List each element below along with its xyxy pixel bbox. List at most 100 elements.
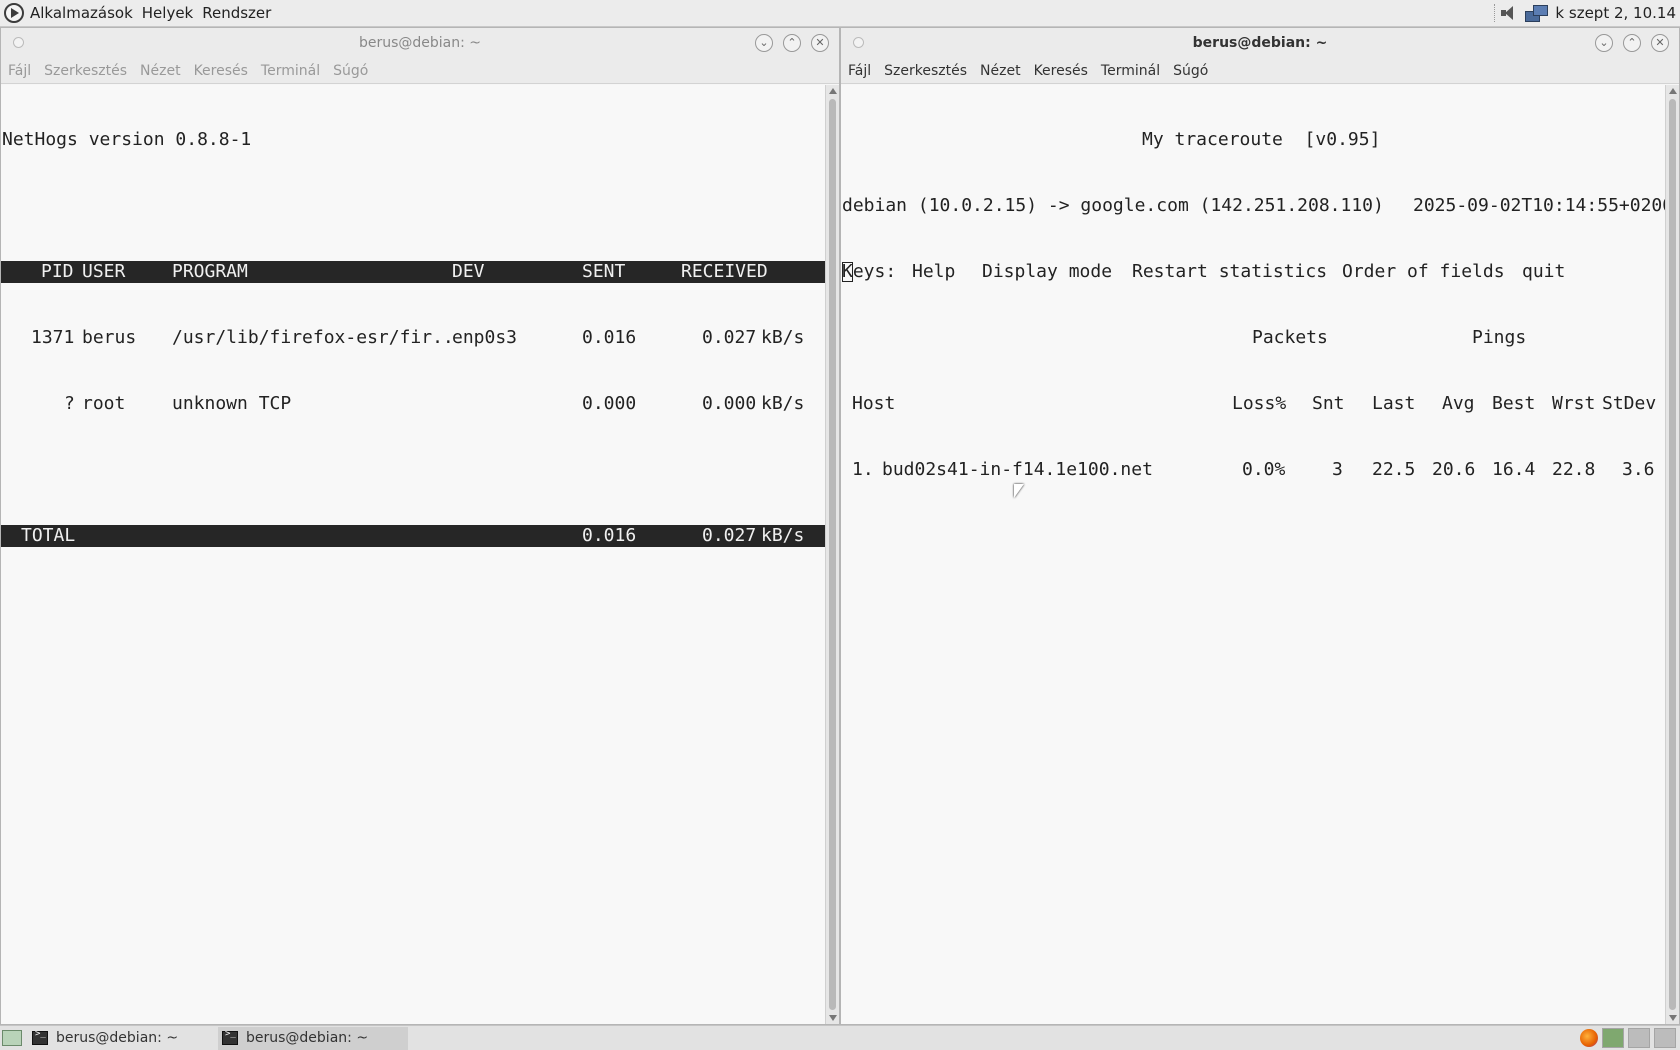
mtr-group-pings: Pings xyxy=(1472,327,1527,348)
terminal-menubar: Fájl Szerkesztés Nézet Keresés Terminál … xyxy=(841,58,1679,84)
minimize-button[interactable]: ⌄ xyxy=(1595,34,1613,52)
scrollbar-thumb[interactable] xyxy=(829,99,836,1010)
workspace-3-icon[interactable] xyxy=(1654,1028,1676,1048)
workspace-2-icon[interactable] xyxy=(1628,1028,1650,1048)
window-titlebar[interactable]: berus@debian: ~ ⌄ ⌃ ✕ xyxy=(1,28,839,58)
panel-menu-applications[interactable]: Alkalmazások xyxy=(30,4,133,22)
row-user: root xyxy=(82,393,126,414)
row-pid: 1371 xyxy=(31,327,75,348)
col-pid: PID xyxy=(41,261,74,282)
taskbar-item-terminal-1[interactable]: berus@debian: ~ xyxy=(28,1027,208,1050)
scrollbar-thumb[interactable] xyxy=(1669,99,1676,1010)
col-sent: SENT xyxy=(582,261,626,282)
menu-terminal[interactable]: Terminál xyxy=(261,63,320,79)
row-received: 0.027 xyxy=(702,327,757,348)
window-titlebar[interactable]: berus@debian: ~ ⌄ ⌃ ✕ xyxy=(841,28,1679,58)
maximize-button[interactable]: ⌃ xyxy=(783,34,801,52)
hop-stdev: 3.6 xyxy=(1622,459,1655,480)
mtr-key-help: Help xyxy=(912,261,956,282)
panel-menu-system[interactable]: Rendszer xyxy=(202,4,271,22)
col-avg: Avg xyxy=(1442,393,1475,414)
menu-view[interactable]: Nézet xyxy=(140,63,181,79)
col-received: RECEIVED xyxy=(681,261,768,282)
mtr-keys-label: Keys: xyxy=(842,261,897,282)
window-menu-icon[interactable] xyxy=(853,37,864,48)
hop-avg: 20.6 xyxy=(1432,459,1476,480)
terminal-window-mtr[interactable]: berus@debian: ~ ⌄ ⌃ ✕ Fájl Szerkesztés N… xyxy=(840,27,1680,1025)
col-dev: DEV xyxy=(452,261,485,282)
minimize-button[interactable]: ⌄ xyxy=(755,34,773,52)
menu-search[interactable]: Keresés xyxy=(1034,63,1088,79)
terminal-output[interactable]: My traceroute [v0.95] debian (10.0.2.15)… xyxy=(841,85,1665,1024)
workspace-1-icon[interactable] xyxy=(1602,1028,1624,1048)
total-received: 0.027 xyxy=(702,525,757,546)
show-desktop-icon[interactable] xyxy=(2,1030,22,1046)
menu-help[interactable]: Súgó xyxy=(1173,63,1208,79)
menu-help[interactable]: Súgó xyxy=(333,63,368,79)
hop-best: 16.4 xyxy=(1492,459,1536,480)
col-loss: Loss% xyxy=(1232,393,1287,414)
row-program: /usr/lib/firefox-esr/fir.. xyxy=(172,327,454,348)
mtr-route: debian (10.0.2.15) -> google.com (142.25… xyxy=(842,195,1384,216)
panel-separator xyxy=(1494,4,1497,22)
terminal-scrollbar[interactable] xyxy=(1665,85,1679,1024)
app-menu-logo-icon[interactable] xyxy=(4,3,24,23)
terminal-icon xyxy=(32,1029,48,1045)
volume-icon[interactable] xyxy=(1501,5,1517,21)
mtr-header-row: Host Loss% Snt Last Avg Best Wrst StDev xyxy=(841,393,1665,415)
col-program: PROGRAM xyxy=(172,261,248,282)
scroll-down-icon[interactable] xyxy=(1669,1015,1677,1021)
terminal-scrollbar[interactable] xyxy=(825,85,839,1024)
mtr-key-order: Order of fields xyxy=(1342,261,1505,282)
menu-view[interactable]: Nézet xyxy=(980,63,1021,79)
close-button[interactable]: ✕ xyxy=(811,34,829,52)
menu-terminal[interactable]: Terminál xyxy=(1101,63,1160,79)
row-program: unknown TCP xyxy=(172,393,292,414)
terminal-window-nethogs[interactable]: berus@debian: ~ ⌄ ⌃ ✕ Fájl Szerkesztés N… xyxy=(0,27,840,1025)
bottom-taskbar: berus@debian: ~ berus@debian: ~ xyxy=(0,1025,1680,1050)
col-host: Host xyxy=(852,393,896,414)
window-menu-icon[interactable] xyxy=(13,37,24,48)
total-unit: kB/s xyxy=(761,525,805,546)
nethogs-header-row: PID USER PROGRAM DEV SENT RECEIVED xyxy=(1,261,825,283)
menu-file[interactable]: Fájl xyxy=(8,63,31,79)
hop-last: 22.5 xyxy=(1372,459,1416,480)
col-last: Last xyxy=(1372,393,1416,414)
panel-menu-places[interactable]: Helyek xyxy=(142,4,193,22)
scroll-up-icon[interactable] xyxy=(1669,88,1677,94)
scroll-up-icon[interactable] xyxy=(829,88,837,94)
row-user: berus xyxy=(82,327,137,348)
menu-search[interactable]: Keresés xyxy=(194,63,248,79)
row-received: 0.000 xyxy=(702,393,757,414)
mtr-key-display-mode: Display mode xyxy=(982,261,1113,282)
firefox-icon[interactable] xyxy=(1580,1029,1598,1047)
hop-num: 1. xyxy=(852,459,874,480)
row-sent: 0.016 xyxy=(582,327,637,348)
col-best: Best xyxy=(1492,393,1536,414)
hop-host: bud02s41-in-f14.1e100.net xyxy=(882,459,1153,480)
col-wrst: Wrst xyxy=(1552,393,1596,414)
maximize-button[interactable]: ⌃ xyxy=(1623,34,1641,52)
table-row: ? root unknown TCP 0.000 0.000 kB/s xyxy=(1,393,825,415)
row-unit: kB/s xyxy=(761,393,805,414)
taskbar-item-terminal-2[interactable]: berus@debian: ~ xyxy=(218,1026,408,1050)
col-user: USER xyxy=(82,261,126,282)
table-row: 1371 berus /usr/lib/firefox-esr/fir.. en… xyxy=(1,327,825,349)
close-button[interactable]: ✕ xyxy=(1651,34,1669,52)
menu-edit[interactable]: Szerkesztés xyxy=(884,63,967,79)
total-sent: 0.016 xyxy=(582,525,637,546)
total-label: TOTAL xyxy=(21,525,76,546)
menu-file[interactable]: Fájl xyxy=(848,63,871,79)
network-icon[interactable] xyxy=(1525,5,1549,22)
panel-clock[interactable]: k szept 2, 10.14 xyxy=(1555,4,1676,22)
hop-loss: 0.0% xyxy=(1242,459,1286,480)
terminal-output[interactable]: NetHogs version 0.8.8-1 PID USER PROGRAM… xyxy=(1,85,825,1024)
menu-edit[interactable]: Szerkesztés xyxy=(44,63,127,79)
window-title: berus@debian: ~ xyxy=(1192,35,1328,51)
row-unit: kB/s xyxy=(761,327,805,348)
mtr-key-restart: Restart statistics xyxy=(1132,261,1328,282)
scroll-down-icon[interactable] xyxy=(829,1015,837,1021)
col-stdev: StDev xyxy=(1602,393,1657,414)
mtr-title: My traceroute [v0.95] xyxy=(1142,129,1381,150)
row-sent: 0.000 xyxy=(582,393,637,414)
